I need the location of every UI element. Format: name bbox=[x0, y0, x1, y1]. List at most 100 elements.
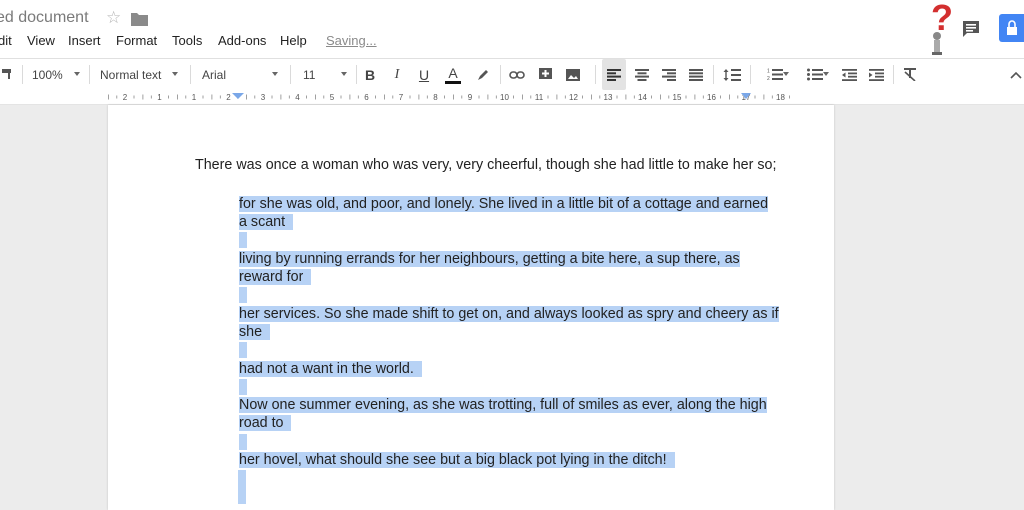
comment-icon[interactable] bbox=[960, 18, 982, 40]
blank-line[interactable] bbox=[239, 433, 247, 451]
howtowiki-logo: ? bbox=[931, 0, 953, 55]
bulleted-list-icon[interactable] bbox=[797, 59, 833, 90]
style-select[interactable]: Normal text bbox=[100, 59, 182, 90]
paint-format-icon[interactable] bbox=[0, 59, 14, 90]
ruler-tick bbox=[246, 94, 247, 100]
ruler-tick bbox=[409, 95, 411, 99]
font-size-select[interactable]: 11 bbox=[303, 59, 351, 90]
star-icon[interactable]: ☆ bbox=[106, 8, 121, 28]
justify-icon[interactable] bbox=[686, 59, 706, 90]
document-title[interactable]: ed document bbox=[0, 9, 89, 27]
ruler-number: 2 bbox=[123, 93, 128, 102]
ruler-tick bbox=[185, 95, 187, 99]
underline-icon[interactable]: U bbox=[416, 59, 432, 90]
ruler-tick bbox=[340, 95, 342, 99]
text-line[interactable]: reward for bbox=[239, 268, 312, 286]
ruler[interactable]: 21123456789101112131415161718 bbox=[0, 90, 1024, 105]
ruler-tick bbox=[357, 95, 359, 99]
line-spacing-icon[interactable] bbox=[721, 59, 743, 90]
blank-line[interactable] bbox=[239, 341, 247, 359]
menu-tools[interactable]: Tools bbox=[172, 33, 202, 48]
highlight-icon[interactable] bbox=[474, 59, 492, 90]
text-line[interactable]: her hovel, what should she see but a big… bbox=[239, 451, 675, 469]
menu-edit[interactable]: dit bbox=[0, 33, 12, 48]
align-right-icon[interactable] bbox=[659, 59, 679, 90]
ruler-tick bbox=[737, 95, 739, 99]
menu-help[interactable]: Help bbox=[280, 33, 307, 48]
ruler-number: 13 bbox=[604, 93, 613, 102]
link-icon[interactable] bbox=[508, 59, 526, 90]
ruler-tick bbox=[522, 94, 523, 100]
ruler-tick bbox=[729, 94, 730, 100]
text-line[interactable]: her services. So she made shift to get o… bbox=[239, 305, 779, 323]
text-line[interactable]: Now one summer evening, as she was trott… bbox=[239, 396, 767, 414]
menu-addons[interactable]: Add-ons bbox=[218, 33, 266, 48]
comment-add-icon[interactable] bbox=[536, 59, 554, 90]
ruler-tick bbox=[349, 94, 351, 100]
formatting-toolbar: 100% Normal text Arial 11 B I U A 1 2 bbox=[0, 58, 1024, 91]
bold-icon[interactable]: B bbox=[362, 59, 378, 90]
saving-status[interactable]: Saving... bbox=[326, 33, 377, 48]
ruler-tick bbox=[616, 95, 618, 99]
menu-format[interactable]: Format bbox=[116, 33, 157, 48]
ruler-tick bbox=[685, 95, 687, 99]
svg-text:1: 1 bbox=[767, 69, 770, 75]
menu-view[interactable]: View bbox=[27, 33, 55, 48]
ruler-tick bbox=[694, 94, 696, 100]
text-line[interactable]: had not a want in the world. bbox=[239, 360, 422, 378]
ruler-tick bbox=[211, 94, 213, 100]
blank-line[interactable] bbox=[239, 231, 247, 249]
zoom-select[interactable]: 100% bbox=[32, 59, 84, 90]
font-select[interactable]: Arial bbox=[202, 59, 282, 90]
ruler-tick bbox=[384, 94, 385, 100]
ruler-tick bbox=[754, 95, 756, 99]
ruler-tick bbox=[582, 95, 583, 99]
ruler-number: 10 bbox=[500, 93, 509, 102]
menu-insert[interactable]: Insert bbox=[68, 33, 101, 48]
ruler-tick bbox=[453, 94, 454, 100]
ruler-tick bbox=[375, 95, 376, 99]
ruler-number: 2 bbox=[226, 93, 231, 102]
ruler-tick bbox=[789, 95, 790, 99]
indent-marker[interactable] bbox=[232, 93, 244, 99]
ruler-tick bbox=[202, 95, 204, 99]
increase-indent-icon[interactable] bbox=[865, 59, 887, 90]
ruler-number: 7 bbox=[399, 93, 404, 102]
ruler-tick bbox=[556, 94, 558, 100]
decrease-indent-icon[interactable] bbox=[838, 59, 860, 90]
align-center-icon[interactable] bbox=[632, 59, 652, 90]
clear-formatting-icon[interactable] bbox=[900, 59, 920, 90]
ruler-number: 5 bbox=[330, 93, 335, 102]
style-value: Normal text bbox=[100, 67, 162, 82]
folder-icon[interactable] bbox=[131, 12, 148, 26]
ruler-tick bbox=[720, 95, 721, 99]
text-line[interactable]: living by running errands for her neighb… bbox=[239, 250, 740, 268]
ruler-tick bbox=[771, 95, 773, 99]
ruler-number: 3 bbox=[261, 93, 266, 102]
ruler-tick bbox=[547, 95, 549, 99]
text-line[interactable]: for she was old, and poor, and lonely. S… bbox=[239, 195, 769, 213]
text-line[interactable]: road to bbox=[239, 414, 292, 432]
text-line[interactable]: a scant bbox=[239, 213, 294, 231]
ruler-tick bbox=[288, 95, 290, 99]
italic-icon[interactable]: I bbox=[389, 59, 405, 90]
ruler-tick bbox=[168, 95, 169, 99]
blank-line[interactable] bbox=[239, 378, 247, 396]
blank-line[interactable] bbox=[239, 286, 247, 304]
ruler-tick bbox=[280, 94, 282, 100]
share-button[interactable] bbox=[999, 14, 1024, 42]
numbered-list-icon[interactable]: 12 bbox=[757, 59, 793, 90]
ruler-tick bbox=[392, 95, 394, 99]
lock-icon bbox=[1007, 20, 1017, 35]
text-color-icon[interactable]: A bbox=[443, 59, 463, 90]
ruler-tick bbox=[625, 94, 627, 100]
ruler-tick bbox=[306, 95, 307, 99]
paragraph-first-line[interactable]: There was once a woman who was very, ver… bbox=[195, 157, 776, 173]
collapse-icon[interactable] bbox=[1008, 59, 1024, 90]
align-left-icon[interactable] bbox=[602, 59, 626, 90]
ruler-number: 9 bbox=[468, 93, 473, 102]
image-icon[interactable] bbox=[562, 59, 584, 90]
text-line[interactable]: she bbox=[239, 323, 271, 341]
ruler-tick bbox=[254, 95, 256, 99]
ruler-tick bbox=[651, 95, 652, 99]
